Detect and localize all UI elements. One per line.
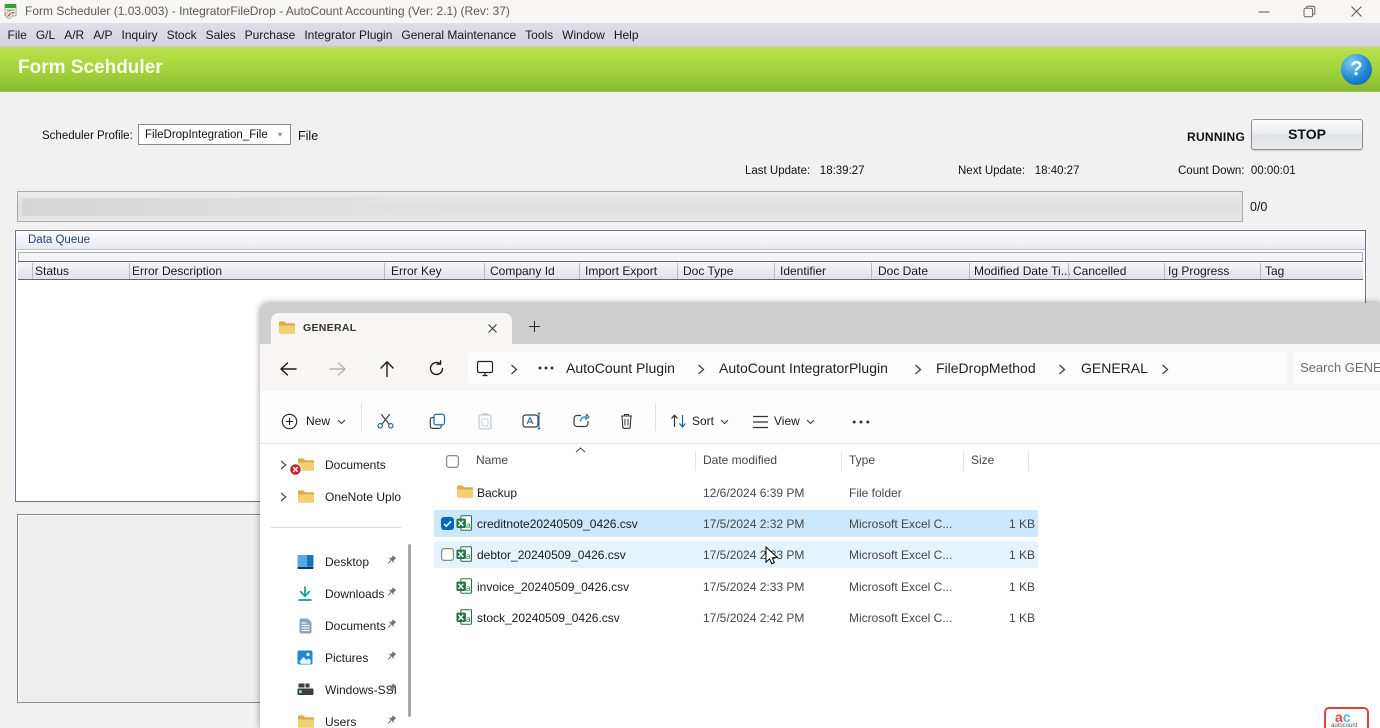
svg-text:a: a xyxy=(466,551,471,561)
svg-text:a: a xyxy=(466,520,471,530)
svg-text:a: a xyxy=(466,614,471,624)
svg-text:a: a xyxy=(466,583,471,593)
